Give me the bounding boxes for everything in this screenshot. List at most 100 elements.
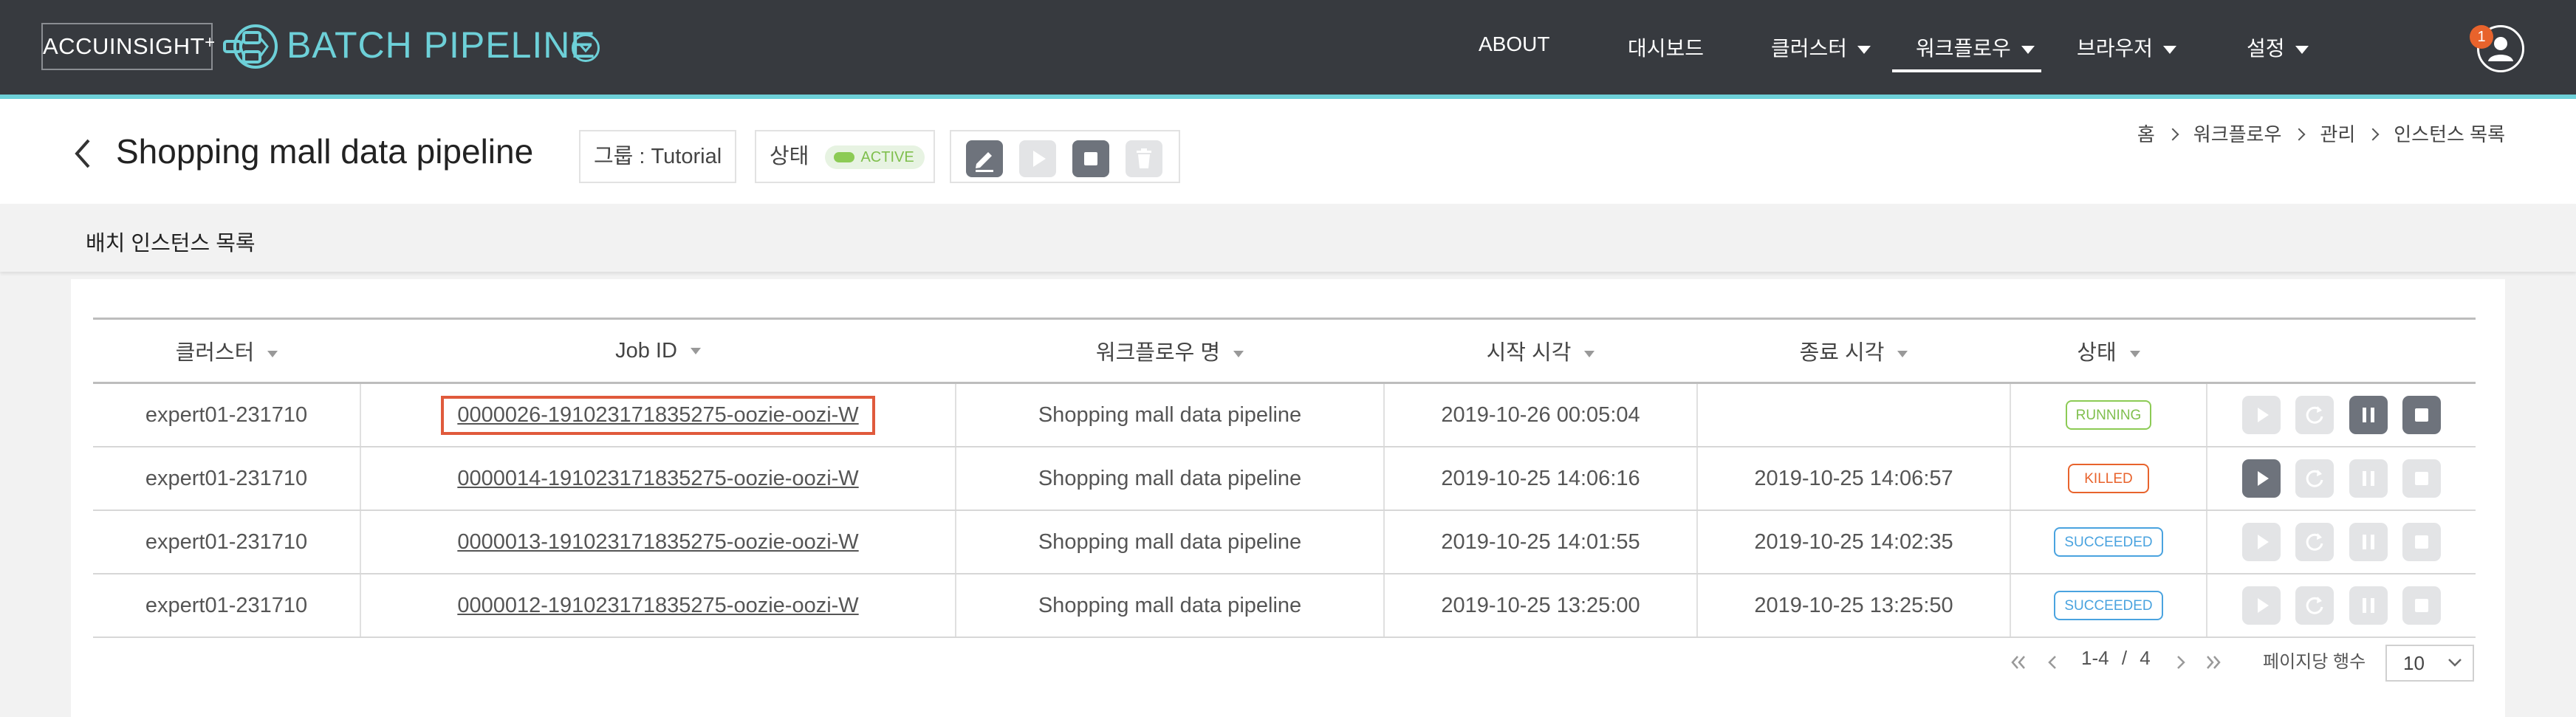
sort-icon [1233, 350, 1244, 357]
instances-table: 클러스터 Job ID 워크플로우 명 시작 시각 종료 시각 상태 exper… [93, 318, 2476, 638]
product-dropdown-button[interactable] [572, 34, 600, 62]
cell-actions [2207, 510, 2476, 574]
prev-page-icon[interactable] [2041, 651, 2063, 673]
cell-job-id: 0000026-191023171835275-oozie-oozi-W [360, 382, 956, 447]
column-header-label: Job ID [615, 338, 677, 363]
rows-per-page-label: 페이지당 행수 [2263, 652, 2366, 672]
delete-button[interactable] [1126, 140, 1162, 177]
refresh-icon [2306, 470, 2323, 487]
column-header-cluster[interactable]: 클러스터 [93, 318, 360, 384]
run-button[interactable] [2242, 459, 2281, 498]
column-header-start-time[interactable]: 시작 시각 [1384, 318, 1697, 384]
status-badge: RUNNING [2065, 400, 2152, 430]
cell-end-time: 2019-10-25 13:25:50 [1697, 574, 2011, 638]
nav-about[interactable]: ABOUT [1479, 32, 1549, 56]
instances-panel: 클러스터 Job ID 워크플로우 명 시작 시각 종료 시각 상태 exper… [71, 279, 2505, 717]
job-id-link[interactable]: 0000013-191023171835275-oozie-oozi-W [457, 530, 858, 554]
run-button[interactable] [2242, 586, 2281, 625]
pause-button[interactable] [2349, 459, 2388, 498]
back-arrow-icon[interactable] [72, 137, 93, 170]
column-header-job-id[interactable]: Job ID [360, 318, 956, 384]
column-header-workflow-name[interactable]: 워크플로우 명 [956, 318, 1384, 384]
play-icon [2258, 408, 2270, 422]
state-chip: 상태 ACTIVE [755, 130, 935, 183]
product-title[interactable]: BATCH PIPELINE [287, 24, 596, 66]
cell-job-id: 0000012-191023171835275-oozie-oozi-W [360, 574, 956, 638]
cell-start-time: 2019-10-25 13:25:00 [1384, 574, 1698, 638]
section-bar: 배치 인스턴스 목록 [0, 204, 2576, 272]
stop-button[interactable] [2402, 586, 2441, 625]
table-header-row: 클러스터 Job ID 워크플로우 명 시작 시각 종료 시각 상태 [93, 318, 2476, 384]
page-title: Shopping mall data pipeline [116, 132, 534, 171]
cell-workflow-name: Shopping mall data pipeline [956, 510, 1385, 574]
cell-actions [2207, 447, 2476, 511]
notification-badge[interactable]: 1 [2470, 25, 2493, 49]
dropdown-caret-icon [580, 44, 592, 53]
column-header-label: 클러스터 [175, 341, 255, 365]
stop-button[interactable] [2402, 396, 2441, 434]
rerun-button[interactable] [2295, 523, 2334, 561]
stop-button[interactable] [2402, 459, 2441, 498]
pause-button[interactable] [2349, 396, 2388, 434]
rerun-button[interactable] [2295, 459, 2334, 498]
status-badge: ACTIVE [825, 145, 925, 170]
chevron-down-icon [2295, 46, 2309, 55]
edit-button[interactable] [966, 140, 1003, 177]
last-page-icon[interactable] [2202, 651, 2224, 673]
job-id-link[interactable]: 0000012-191023171835275-oozie-oozi-W [457, 594, 858, 617]
cell-end-time: 2019-10-25 14:02:35 [1697, 510, 2011, 574]
cell-actions [2207, 574, 2476, 638]
pause-button[interactable] [2349, 523, 2388, 561]
nav-cluster[interactable]: 클러스터 [1771, 32, 1871, 62]
run-button[interactable] [2242, 396, 2281, 434]
table-row: expert01-231710 0000012-191023171835275-… [93, 574, 2476, 638]
cell-job-id: 0000013-191023171835275-oozie-oozi-W [360, 510, 956, 574]
sort-icon [1584, 350, 1595, 357]
first-page-icon[interactable] [2007, 651, 2029, 673]
sort-icon [267, 350, 278, 357]
column-header-status[interactable]: 상태 [2010, 318, 2207, 384]
brand-sup: + [205, 32, 216, 52]
trash-icon [1137, 148, 1151, 168]
nav-settings[interactable]: 설정 [2247, 32, 2309, 62]
nav-settings-label: 설정 [2247, 37, 2285, 60]
chevron-down-icon [2163, 46, 2177, 55]
column-header-end-time[interactable]: 종료 시각 [1697, 318, 2010, 384]
next-page-icon[interactable] [2170, 651, 2192, 673]
breadcrumb-manage[interactable]: 관리 [2320, 123, 2355, 145]
play-icon [2258, 535, 2270, 549]
section-title: 배치 인스턴스 목록 [86, 232, 256, 255]
toggle-pill-icon [834, 152, 855, 163]
rerun-button[interactable] [2295, 396, 2334, 434]
pause-icon [2362, 598, 2374, 613]
column-header-label: 종료 시각 [1799, 341, 1885, 365]
table-row: expert01-231710 0000014-191023171835275-… [93, 447, 2476, 511]
state-label: 상태 [770, 145, 809, 168]
cell-cluster: expert01-231710 [93, 510, 361, 574]
rows-per-page-select[interactable]: 10 [2385, 645, 2474, 682]
nav-dashboard[interactable]: 대시보드 [1628, 32, 1704, 62]
breadcrumb-workflow[interactable]: 워크플로우 [2193, 123, 2282, 145]
accuinsight-logo[interactable]: ACCUINSIGHT+ [41, 23, 216, 70]
run-button[interactable] [1019, 140, 1056, 177]
breadcrumb-home[interactable]: 홈 [2137, 123, 2155, 145]
refresh-icon [2306, 406, 2323, 424]
cell-start-time: 2019-10-25 14:01:55 [1384, 510, 1698, 574]
nav-browser[interactable]: 브라우저 [2077, 32, 2177, 62]
nav-workflow[interactable]: 워크플로우 [1916, 32, 2035, 62]
rerun-button[interactable] [2295, 586, 2334, 625]
pause-button[interactable] [2349, 586, 2388, 625]
group-chip: 그룹 : Tutorial [579, 130, 737, 183]
sort-icon [1897, 350, 1908, 357]
pause-icon [2362, 535, 2374, 549]
status-badge: KILLED [2068, 464, 2149, 493]
job-id-link[interactable]: 0000014-191023171835275-oozie-oozi-W [457, 467, 858, 490]
stop-button[interactable] [2402, 523, 2441, 561]
status-badge: SUCCEEDED [2054, 591, 2163, 620]
stop-icon [2414, 535, 2428, 549]
stop-button[interactable] [1072, 140, 1109, 177]
breadcrumb-separator-icon [2166, 128, 2179, 141]
run-button[interactable] [2242, 523, 2281, 561]
cell-workflow-name: Shopping mall data pipeline [956, 382, 1385, 447]
job-id-link[interactable]: 0000026-191023171835275-oozie-oozi-W [441, 395, 875, 435]
